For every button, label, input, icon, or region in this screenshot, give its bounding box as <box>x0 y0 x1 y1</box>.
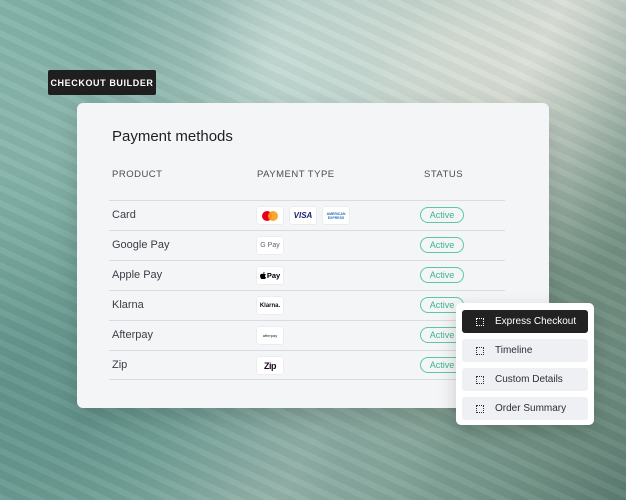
table-row-apple-pay[interactable]: Apple Pay Pay Active <box>109 260 505 290</box>
klarna-icon: Klarna. <box>257 297 283 314</box>
menu-item-label: Order Summary <box>495 403 567 414</box>
status-badge[interactable]: Active <box>420 237 464 253</box>
menu-item-label: Custom Details <box>495 374 563 385</box>
payment-logos: G Pay <box>257 237 283 254</box>
menu-item-timeline[interactable]: Timeline <box>462 339 588 362</box>
payment-methods-table: Card VISA AMERICAN EXPRESS Active Google… <box>109 200 505 380</box>
column-header-product: PRODUCT <box>112 169 163 180</box>
checkout-builder-label: CHECKOUT BUILDER <box>48 70 156 95</box>
dotted-square-icon <box>476 346 484 355</box>
visa-logo-text: VISA <box>293 211 313 220</box>
row-product-name: Card <box>112 209 136 221</box>
apple-pay-logo-text: Pay <box>266 271 281 280</box>
menu-item-label: Timeline <box>495 345 533 356</box>
zip-icon: Zip <box>257 357 283 374</box>
google-pay-icon: G Pay <box>257 237 283 254</box>
row-product-name: Zip <box>112 359 128 371</box>
amex-logo-text: AMERICAN EXPRESS <box>326 211 346 220</box>
afterpay-logo-text: afterpay <box>262 333 278 338</box>
status-badge[interactable]: Active <box>420 207 464 223</box>
mastercard-icon <box>257 207 283 224</box>
payment-logos: VISA AMERICAN EXPRESS <box>257 207 349 224</box>
status-badge[interactable]: Active <box>420 267 464 283</box>
afterpay-icon: afterpay <box>257 327 283 344</box>
table-row-klarna[interactable]: Klarna Klarna. Active <box>109 290 505 320</box>
table-row-card[interactable]: Card VISA AMERICAN EXPRESS Active <box>109 200 505 230</box>
apple-pay-icon: Pay <box>257 267 283 284</box>
visa-icon: VISA <box>290 207 316 224</box>
american-express-icon: AMERICAN EXPRESS <box>323 207 349 224</box>
checkout-sections-menu: Express Checkout Timeline Custom Details… <box>456 303 594 425</box>
dotted-square-icon <box>476 404 484 413</box>
panel-title: Payment methods <box>112 128 233 145</box>
table-row-google-pay[interactable]: Google Pay G Pay Active <box>109 230 505 260</box>
dotted-square-icon <box>476 375 484 384</box>
table-row-zip[interactable]: Zip Zip Active <box>109 350 505 380</box>
menu-item-custom-details[interactable]: Custom Details <box>462 368 588 391</box>
table-row-afterpay[interactable]: Afterpay afterpay Active <box>109 320 505 350</box>
payment-logos: Klarna. <box>257 297 283 314</box>
menu-item-express-checkout[interactable]: Express Checkout <box>462 310 588 333</box>
gpay-logo-text: G Pay <box>260 242 280 249</box>
column-header-payment-type: PAYMENT TYPE <box>257 169 335 180</box>
payment-logos: Pay <box>257 267 283 284</box>
dotted-square-icon <box>476 317 484 326</box>
payment-logos: Zip <box>257 357 283 374</box>
menu-item-order-summary[interactable]: Order Summary <box>462 397 588 420</box>
row-product-name: Google Pay <box>112 239 170 251</box>
column-header-status: STATUS <box>424 169 464 180</box>
row-product-name: Apple Pay <box>112 269 163 281</box>
klarna-logo-text: Klarna. <box>259 302 281 309</box>
payment-logos: afterpay <box>257 327 283 344</box>
menu-item-label: Express Checkout <box>495 316 577 327</box>
row-product-name: Klarna <box>112 299 144 311</box>
row-product-name: Afterpay <box>112 329 153 341</box>
zip-logo-text: Zip <box>264 360 277 371</box>
